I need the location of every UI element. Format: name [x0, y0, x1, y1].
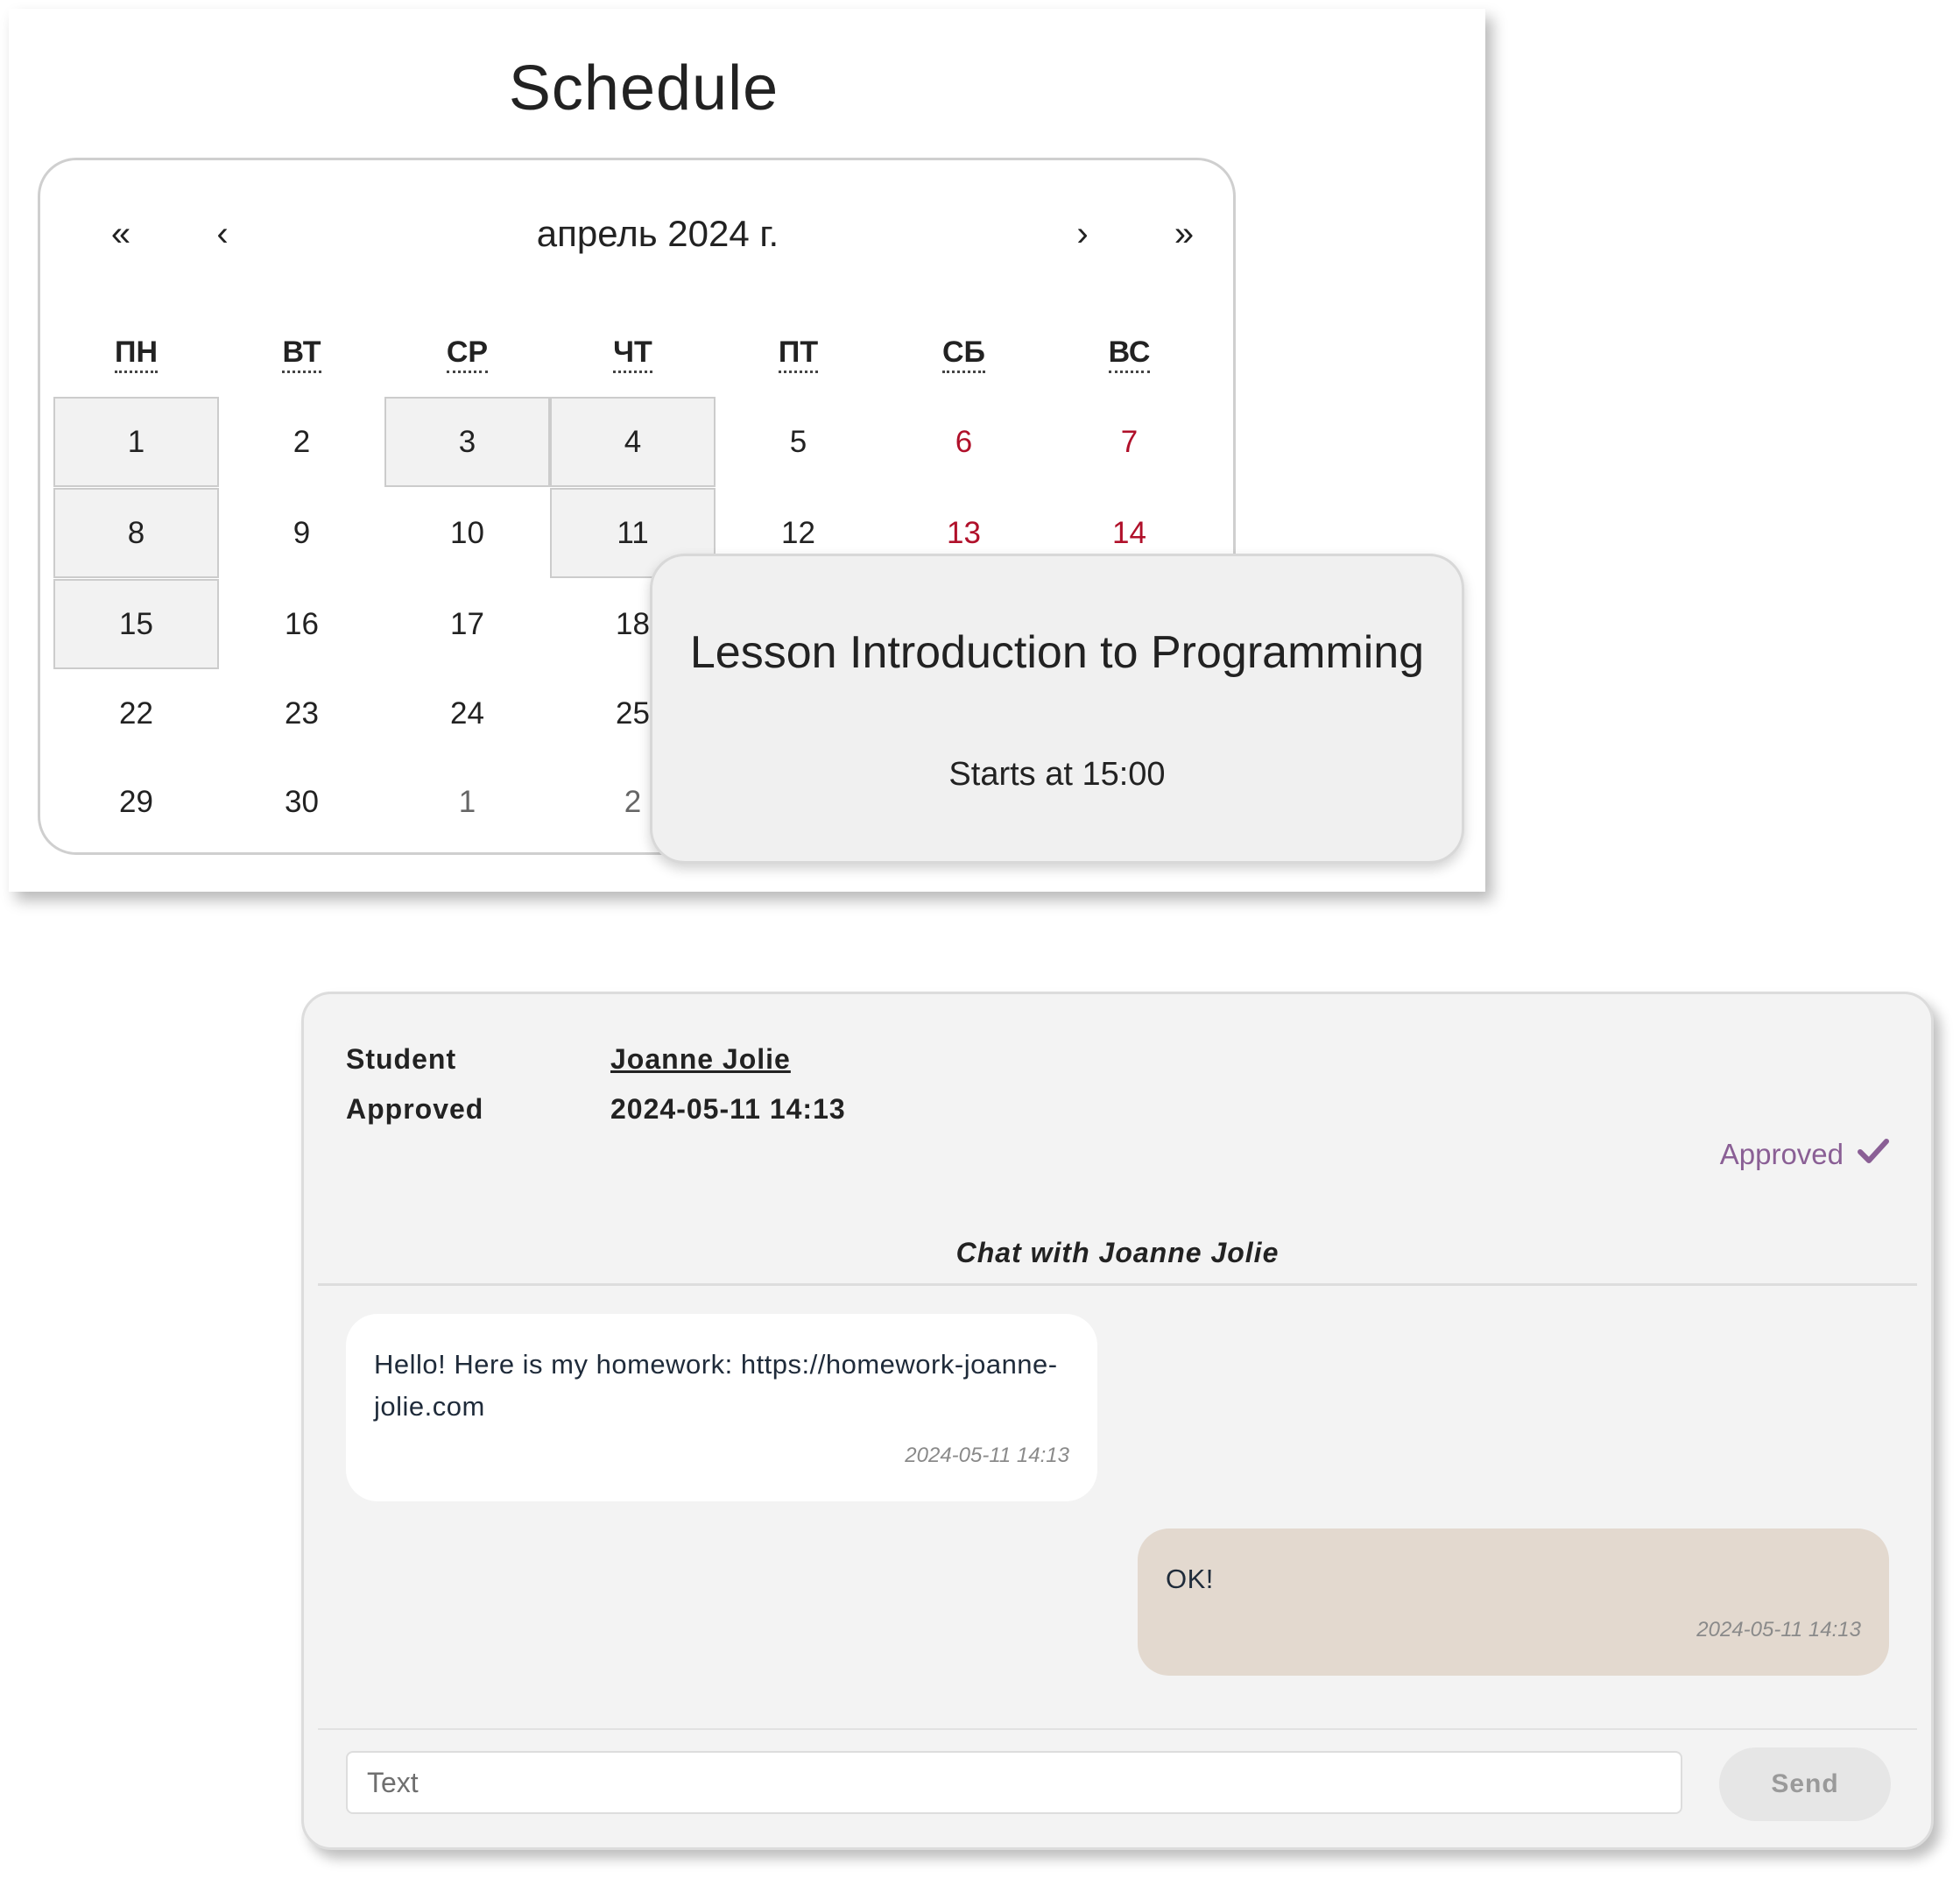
lesson-popup: Lesson Introduction to Programming Start… [650, 554, 1464, 864]
student-label: Student [346, 1043, 457, 1075]
calendar-day[interactable]: 2 [219, 397, 384, 487]
student-name-link[interactable]: Joanne Jolie [610, 1043, 791, 1076]
divider [318, 1283, 1917, 1286]
next-month-button[interactable]: › [1056, 215, 1109, 254]
checkmark-icon [1858, 1138, 1889, 1171]
chat-panel: Student Joanne Jolie Approved 2024-05-11… [301, 992, 1934, 1850]
calendar-day[interactable]: 10 [384, 488, 550, 578]
calendar-day[interactable]: 17 [384, 579, 550, 669]
weekday-header: ПТ [716, 335, 881, 373]
lesson-time: Starts at 15:00 [948, 756, 1166, 793]
message-text: OK! [1166, 1564, 1214, 1594]
message-timestamp: 2024-05-11 14:13 [1696, 1618, 1861, 1641]
weekday-header: ВТ [219, 335, 384, 373]
calendar-day[interactable]: 1 [53, 397, 219, 487]
month-label[interactable]: апрель 2024 г. [303, 213, 1012, 255]
calendar-day[interactable]: 22 [53, 668, 219, 759]
calendar-day[interactable]: 5 [716, 397, 881, 487]
divider [318, 1728, 1917, 1730]
calendar-day[interactable]: 16 [219, 579, 384, 669]
calendar-day[interactable]: 1 [384, 757, 550, 847]
status-text: Approved [1719, 1138, 1844, 1170]
calendar-day[interactable]: 23 [219, 668, 384, 759]
message-input[interactable] [346, 1751, 1682, 1814]
approved-label: Approved [346, 1093, 484, 1125]
message-outgoing: OK! 2024-05-11 14:13 [1138, 1529, 1889, 1676]
weekday-header: ВС [1047, 335, 1212, 373]
message-incoming: Hello! Here is my homework: https://home… [346, 1314, 1097, 1501]
status-badge: Approved [1720, 1138, 1889, 1171]
calendar-day[interactable]: 6 [881, 397, 1047, 487]
message-text: Hello! Here is my homework: https://home… [374, 1349, 1058, 1422]
calendar-day[interactable]: 24 [384, 668, 550, 759]
calendar-day[interactable]: 8 [53, 488, 219, 578]
weekday-header: ЧТ [550, 335, 716, 373]
lesson-title: Lesson Introduction to Programming [689, 627, 1425, 678]
page-title: Schedule [508, 53, 779, 124]
weekday-header: СР [384, 335, 550, 373]
message-timestamp: 2024-05-11 14:13 [905, 1444, 1069, 1467]
send-button[interactable]: Send [1719, 1747, 1891, 1821]
calendar-day[interactable]: 3 [384, 397, 550, 487]
calendar-day[interactable]: 4 [550, 397, 716, 487]
calendar-day[interactable]: 9 [219, 488, 384, 578]
prev-month-button[interactable]: ‹ [196, 215, 249, 254]
prev-year-button[interactable]: « [95, 215, 147, 254]
calendar-day[interactable]: 7 [1047, 397, 1212, 487]
schedule-panel: Schedule « ‹ апрель 2024 г. › » ПН ВТ СР… [9, 9, 1485, 892]
calendar-day[interactable]: 15 [53, 579, 219, 669]
calendar-day[interactable]: 30 [219, 757, 384, 847]
calendar-day[interactable]: 29 [53, 757, 219, 847]
weekday-header: ПН [53, 335, 219, 373]
chat-title: Chat with Joanne Jolie [955, 1237, 1280, 1268]
approved-datetime: 2024-05-11 14:13 [610, 1093, 846, 1125]
weekday-header: СБ [881, 335, 1047, 373]
next-year-button[interactable]: » [1158, 215, 1210, 254]
